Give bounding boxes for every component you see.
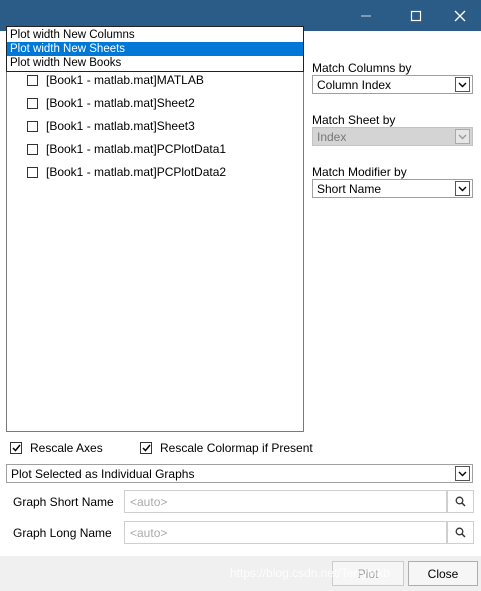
rescale-axes-option[interactable]: Rescale Axes: [10, 441, 103, 455]
chevron-down-icon: [458, 471, 467, 476]
match-sheet-select: Index: [312, 127, 473, 146]
sheet-label: [Book1 - matlab.mat]MATLAB: [46, 73, 204, 87]
sheet-list-item[interactable]: [Book1 - matlab.mat]PCPlotData2: [27, 164, 226, 180]
sheet-list-item[interactable]: [Book1 - matlab.mat]Sheet2: [27, 95, 195, 111]
plot-option-value: Plot Selected as Individual Graphs: [11, 467, 195, 481]
plot-mode-option-selected[interactable]: Plot width New Sheets: [7, 42, 303, 56]
graph-short-name-input[interactable]: [125, 491, 446, 512]
close-icon: [454, 10, 466, 21]
rescale-colormap-checkbox[interactable]: [140, 442, 152, 454]
plot-button[interactable]: Plot: [332, 561, 404, 586]
plot-option-select[interactable]: Plot Selected as Individual Graphs: [6, 464, 473, 483]
dialog-footer: Plot Close: [0, 556, 481, 591]
minimize-icon: [361, 15, 371, 16]
graph-short-name-label: Graph Short Name: [13, 495, 114, 509]
sheet-label: [Book1 - matlab.mat]Sheet3: [46, 119, 195, 133]
chevron-down-icon: [458, 82, 467, 87]
graph-long-name-field[interactable]: [124, 521, 447, 544]
sheet-label: [Book1 - matlab.mat]PCPlotData2: [46, 165, 227, 179]
maximize-button[interactable]: [393, 0, 439, 31]
maximize-icon: [410, 10, 422, 21]
sheet-list-item[interactable]: [Book1 - matlab.mat]MATLAB: [27, 72, 204, 88]
match-columns-select[interactable]: Column Index: [312, 75, 473, 94]
match-modifier-label: Match Modifier by: [312, 165, 407, 179]
match-modifier-select[interactable]: Short Name: [312, 179, 473, 198]
plot-mode-option[interactable]: Plot width New Books: [7, 56, 303, 70]
match-columns-value: Column Index: [317, 78, 392, 92]
rescale-colormap-option[interactable]: Rescale Colormap if Present: [140, 441, 313, 455]
match-modifier-value: Short Name: [317, 182, 382, 196]
sheet-checkbox[interactable]: [27, 97, 38, 109]
sheet-checkbox[interactable]: [27, 120, 38, 132]
sheet-list[interactable]: [Book1 - matlab.mat]MATLAB [Book1 - matl…: [6, 70, 304, 432]
dropdown-button[interactable]: [455, 466, 470, 481]
sheet-checkbox[interactable]: [27, 166, 38, 178]
rescale-axes-checkbox[interactable]: [10, 442, 22, 454]
rescale-axes-label: Rescale Axes: [30, 441, 103, 455]
close-window-button[interactable]: [437, 0, 481, 31]
checkmark-icon: [141, 444, 151, 452]
search-icon: [455, 527, 466, 538]
sheet-label: [Book1 - matlab.mat]Sheet2: [46, 96, 195, 110]
graph-long-name-input[interactable]: [125, 522, 446, 543]
close-button[interactable]: Close: [408, 561, 478, 586]
chevron-down-icon: [458, 134, 467, 139]
search-icon: [455, 496, 466, 507]
plot-mode-dropdown-list: Plot width New Columns Plot width New Sh…: [6, 26, 304, 72]
dropdown-button[interactable]: [455, 181, 470, 196]
plot-mode-option[interactable]: Plot width New Columns: [7, 28, 303, 42]
dropdown-button: [455, 129, 470, 144]
checkmark-icon: [11, 444, 21, 452]
match-sheet-label: Match Sheet by: [312, 113, 396, 127]
match-sheet-value: Index: [317, 130, 347, 144]
graph-short-name-field[interactable]: [124, 490, 447, 513]
graph-long-name-search-button[interactable]: [447, 521, 474, 544]
graph-short-name-search-button[interactable]: [447, 490, 474, 513]
sheet-list-item[interactable]: [Book1 - matlab.mat]PCPlotData1: [27, 141, 226, 157]
chevron-down-icon: [458, 186, 467, 191]
graph-long-name-label: Graph Long Name: [13, 526, 112, 540]
match-columns-label: Match Columns by: [312, 61, 412, 75]
dropdown-button[interactable]: [455, 77, 470, 92]
sheet-label: [Book1 - matlab.mat]PCPlotData1: [46, 142, 227, 156]
rescale-colormap-label: Rescale Colormap if Present: [160, 441, 313, 455]
sheet-list-item[interactable]: [Book1 - matlab.mat]Sheet3: [27, 118, 195, 134]
minimize-button[interactable]: [343, 0, 389, 31]
sheet-checkbox[interactable]: [27, 143, 38, 155]
sheet-checkbox[interactable]: [27, 74, 38, 86]
